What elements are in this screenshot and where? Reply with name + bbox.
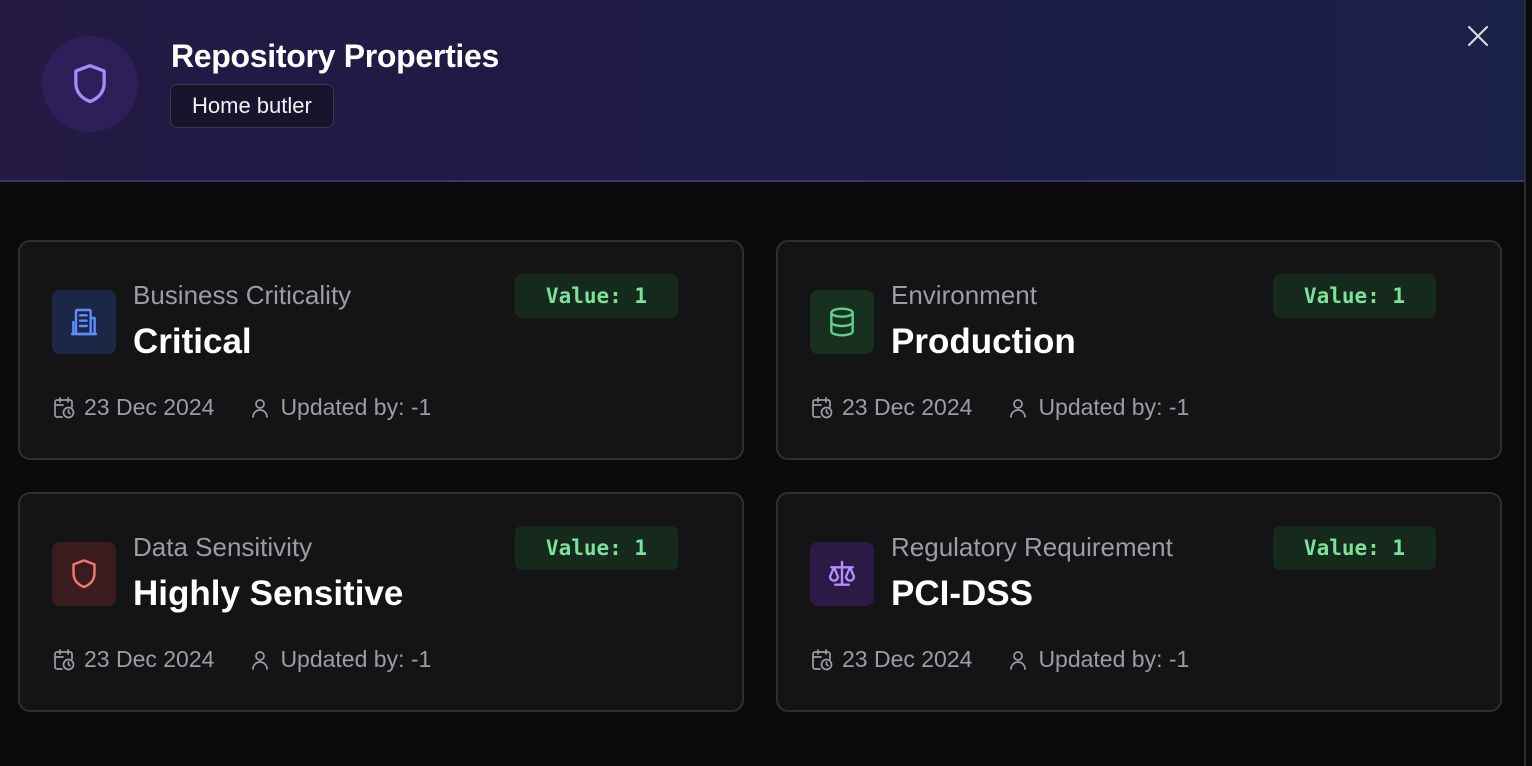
updated-by: Updated by: -1 bbox=[248, 394, 431, 421]
user-icon bbox=[252, 650, 269, 670]
property-label: Environment bbox=[891, 280, 1037, 310]
user-icon bbox=[1010, 398, 1027, 418]
properties-grid: Business Criticality Critical Value: 1 2… bbox=[18, 240, 1502, 712]
updated-date: 23 Dec 2024 bbox=[810, 394, 972, 421]
calendar-clock-icon bbox=[812, 396, 833, 418]
property-card-business-criticality: Business Criticality Critical Value: 1 2… bbox=[18, 240, 744, 460]
date-text: 23 Dec 2024 bbox=[84, 394, 215, 420]
user-icon bbox=[1010, 650, 1027, 670]
calendar-clock-icon bbox=[54, 648, 75, 670]
property-meta: 23 Dec 2024 Updated by: -1 bbox=[810, 646, 1189, 673]
value-badge: Value: 1 bbox=[1273, 274, 1436, 318]
updated-date: 23 Dec 2024 bbox=[52, 394, 214, 421]
property-value: PCI-DSS bbox=[891, 574, 1033, 613]
property-card-environment: Environment Production Value: 1 23 Dec 2… bbox=[776, 240, 1502, 460]
updated-by: Updated by: -1 bbox=[248, 646, 431, 673]
value-badge: Value: 1 bbox=[515, 526, 678, 570]
updated-by: Updated by: -1 bbox=[1006, 646, 1189, 673]
close-icon bbox=[1467, 25, 1489, 47]
property-value: Production bbox=[891, 322, 1076, 361]
value-badge: Value: 1 bbox=[1273, 526, 1436, 570]
shield-icon bbox=[52, 542, 116, 606]
property-meta: 23 Dec 2024 Updated by: -1 bbox=[52, 394, 431, 421]
updated-by-text: Updated by: -1 bbox=[1038, 394, 1190, 420]
updated-date: 23 Dec 2024 bbox=[52, 646, 214, 673]
user-icon bbox=[252, 398, 269, 418]
scale-icon bbox=[810, 542, 874, 606]
building-icon bbox=[52, 290, 116, 354]
property-card-data-sensitivity: Data Sensitivity Highly Sensitive Value:… bbox=[18, 492, 744, 712]
value-badge: Value: 1 bbox=[515, 274, 678, 318]
property-value: Critical bbox=[133, 322, 252, 361]
shield-icon bbox=[42, 36, 138, 132]
modal-title: Repository Properties bbox=[171, 38, 500, 74]
modal-header: Repository Properties Home butler bbox=[0, 0, 1524, 182]
calendar-clock-icon bbox=[812, 648, 833, 670]
property-value: Highly Sensitive bbox=[133, 574, 404, 613]
property-meta: 23 Dec 2024 Updated by: -1 bbox=[52, 646, 431, 673]
updated-date: 23 Dec 2024 bbox=[810, 646, 972, 673]
repository-properties-modal: Repository Properties Home butler Busine… bbox=[0, 0, 1526, 766]
updated-by: Updated by: -1 bbox=[1006, 394, 1189, 421]
property-label: Business Criticality bbox=[133, 280, 352, 310]
database-icon bbox=[810, 290, 874, 354]
date-text: 23 Dec 2024 bbox=[84, 646, 215, 672]
updated-by-text: Updated by: -1 bbox=[1038, 646, 1190, 672]
repository-name-tag: Home butler bbox=[170, 84, 334, 128]
property-card-regulatory-requirement: Regulatory Requirement PCI-DSS Value: 1 … bbox=[776, 492, 1502, 712]
property-label: Regulatory Requirement bbox=[891, 532, 1173, 562]
property-meta: 23 Dec 2024 Updated by: -1 bbox=[810, 394, 1189, 421]
property-label: Data Sensitivity bbox=[133, 532, 313, 562]
updated-by-text: Updated by: -1 bbox=[280, 394, 432, 420]
close-button[interactable] bbox=[1460, 18, 1496, 54]
date-text: 23 Dec 2024 bbox=[842, 646, 973, 672]
updated-by-text: Updated by: -1 bbox=[280, 646, 432, 672]
date-text: 23 Dec 2024 bbox=[842, 394, 973, 420]
calendar-clock-icon bbox=[54, 396, 75, 418]
